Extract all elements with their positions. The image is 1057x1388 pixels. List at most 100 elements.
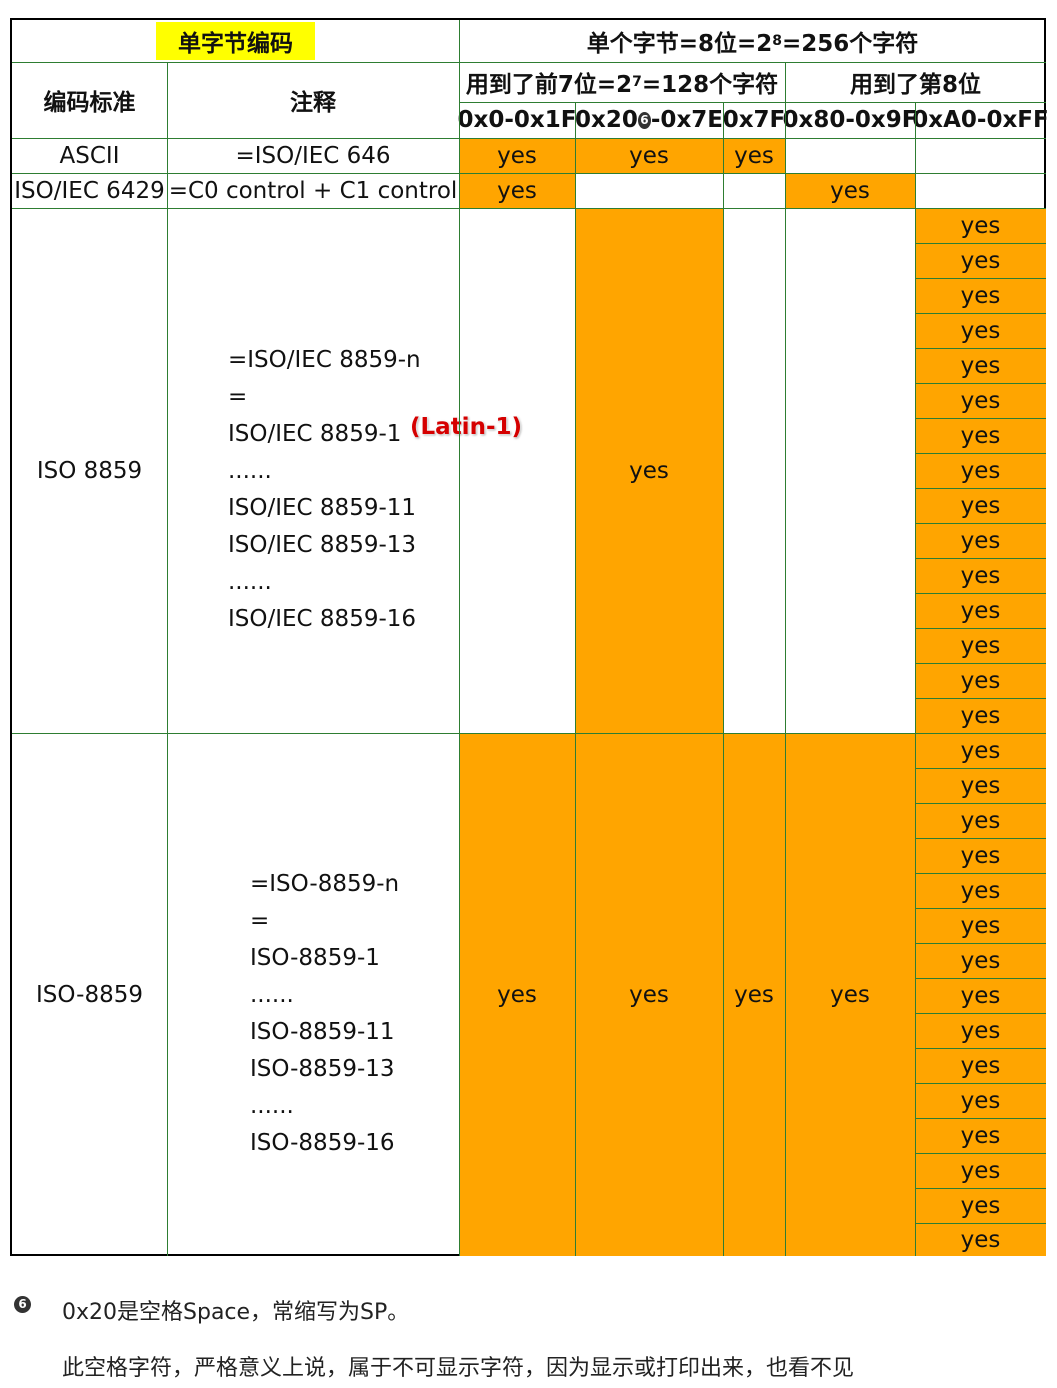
note-line: = bbox=[250, 908, 270, 934]
grid-line bbox=[915, 383, 1046, 384]
a0-ff-yes-cell: yes bbox=[915, 768, 1046, 803]
grid-line bbox=[915, 593, 1046, 594]
grid-line bbox=[12, 208, 1046, 209]
range-header-0x20-0x7e: 0x20 6 -0x7E bbox=[575, 107, 723, 133]
a0-ff-yes-cell: yes bbox=[915, 803, 1046, 838]
grid-line bbox=[575, 102, 576, 1256]
grid-line bbox=[12, 138, 1046, 139]
grid-line bbox=[915, 1153, 1046, 1154]
a0-ff-yes-cell: yes bbox=[915, 313, 1046, 348]
a0-ff-yes-cell: yes bbox=[915, 908, 1046, 943]
grid-line bbox=[915, 1118, 1046, 1119]
iso-8859-yes-0x0-0x1f: yes bbox=[459, 733, 575, 1256]
grid-line bbox=[915, 908, 1046, 909]
grid-line bbox=[915, 418, 1046, 419]
grid-line bbox=[915, 243, 1046, 244]
grid-line bbox=[915, 1048, 1046, 1049]
a0-ff-yes-cell: yes bbox=[915, 628, 1046, 663]
grid-line bbox=[915, 768, 1046, 769]
note-line: ...... bbox=[228, 458, 272, 484]
note-line: ...... bbox=[250, 1093, 294, 1119]
note-line: = bbox=[228, 384, 248, 410]
grid-line bbox=[459, 20, 460, 1256]
grid-line bbox=[459, 102, 1046, 103]
a0-ff-yes-cell: yes bbox=[915, 208, 1046, 243]
a0-ff-yes-cell: yes bbox=[915, 453, 1046, 488]
iso-8859-yes-0x7f: yes bbox=[723, 733, 785, 1256]
range-header-0x0-0x1f: 0x0-0x1F bbox=[457, 107, 577, 133]
latin-1-label: (Latin-1) bbox=[410, 414, 523, 440]
column-header-note: 注释 bbox=[290, 90, 336, 116]
grid-line bbox=[915, 348, 1046, 349]
a0-ff-yes-cell: yes bbox=[915, 348, 1046, 383]
grid-line bbox=[915, 733, 1046, 734]
footnote-line-1: 0x20是空格Space，常缩写为SP。 bbox=[62, 1300, 410, 1325]
iso6429-yes-0x80-0x9f: yes bbox=[785, 173, 915, 208]
a0-ff-yes-cell: yes bbox=[915, 1048, 1046, 1083]
note-line: ISO/IEC 8859-13 bbox=[228, 532, 417, 558]
a0-ff-yes-cell: yes bbox=[915, 383, 1046, 418]
single-byte-title-cell: 单字节编码 bbox=[12, 20, 459, 62]
grid-line bbox=[915, 978, 1046, 979]
grid-line bbox=[915, 873, 1046, 874]
a0-ff-yes-cell: yes bbox=[915, 1153, 1046, 1188]
grid-line bbox=[915, 313, 1046, 314]
a0-ff-yes-cell: yes bbox=[915, 1118, 1046, 1153]
a0-ff-yes-cell: yes bbox=[915, 593, 1046, 628]
grid-line bbox=[915, 1083, 1046, 1084]
iso-8859-yes-0x80-0x9f: yes bbox=[785, 733, 915, 1256]
ascii-yes-0x20-0x7e: yes bbox=[575, 138, 723, 173]
row-ascii-name: ASCII bbox=[59, 142, 120, 169]
row-iso8859-notes: =ISO/IEC 8859-n = ISO/IEC 8859-1 ...... … bbox=[228, 342, 421, 638]
grid-line bbox=[915, 1188, 1046, 1189]
footnote-marker-icon: 6 bbox=[14, 1296, 31, 1313]
row-ascii-note: =ISO/IEC 646 bbox=[235, 142, 391, 169]
grid-line bbox=[915, 1223, 1046, 1224]
a0-ff-yes-cell: yes bbox=[915, 418, 1046, 453]
row-iso6429-note: =C0 control + C1 control bbox=[168, 177, 458, 204]
note-line: ...... bbox=[228, 569, 272, 595]
note-line: ISO-8859-13 bbox=[250, 1056, 395, 1082]
note-line: ISO/IEC 8859-11 bbox=[228, 495, 417, 521]
ascii-yes-0x0-0x1f: yes bbox=[459, 138, 575, 173]
grid-line bbox=[723, 102, 724, 1256]
range-header-0xa0-0xff: 0xA0-0xFF bbox=[912, 107, 1049, 133]
a0-ff-yes-cell: yes bbox=[915, 1013, 1046, 1048]
seven-bit-title: 用到了前7位=2 7 =128个字符 bbox=[465, 72, 779, 98]
a0-ff-yes-cell: yes bbox=[915, 1083, 1046, 1118]
grid-line bbox=[915, 488, 1046, 489]
a0-ff-yes-cell: yes bbox=[915, 698, 1046, 733]
a0-ff-yes-cell: yes bbox=[915, 558, 1046, 593]
grid-line bbox=[12, 62, 1046, 63]
note-line: ISO/IEC 8859-1 bbox=[228, 421, 402, 447]
grid-line bbox=[12, 173, 1046, 174]
grid-line bbox=[915, 278, 1046, 279]
grid-line bbox=[915, 698, 1046, 699]
grid-line bbox=[12, 733, 915, 734]
a0-ff-yes-cell: yes bbox=[915, 663, 1046, 698]
grid-line bbox=[915, 803, 1046, 804]
a0-ff-yes-cell: yes bbox=[915, 873, 1046, 908]
a0-ff-yes-cell: yes bbox=[915, 733, 1046, 768]
a0-ff-yes-cell: yes bbox=[915, 943, 1046, 978]
grid-line bbox=[915, 1013, 1046, 1014]
eighth-bit-title: 用到了第8位 bbox=[849, 72, 981, 98]
note-line: =ISO/IEC 8859-n bbox=[228, 347, 421, 373]
a0-ff-yes-cell: yes bbox=[915, 1188, 1046, 1223]
grid-line bbox=[915, 663, 1046, 664]
a0-ff-yes-cell: yes bbox=[915, 978, 1046, 1013]
byte-bits-title: 单个字节=8位=2 8 =256个字符 bbox=[586, 31, 919, 57]
column-header-standard: 编码标准 bbox=[43, 90, 136, 116]
footnote-6-marker: 6 bbox=[637, 111, 651, 129]
grid-line bbox=[915, 558, 1046, 559]
range-header-0x80-0x9f: 0x80-0x9F bbox=[782, 107, 918, 133]
a0-ff-yes-cell: yes bbox=[915, 278, 1046, 313]
range-header-0x7f: 0x7F bbox=[722, 107, 786, 133]
footnote-line-2: 此空格字符，严格意义上说，属于不可显示字符，因为显示或打印出来，也看不见 bbox=[62, 1356, 855, 1381]
grid-line bbox=[915, 628, 1046, 629]
grid-line bbox=[915, 943, 1046, 944]
row-iso6429-name: ISO/IEC 6429 bbox=[14, 177, 165, 204]
note-line: ISO/IEC 8859-16 bbox=[228, 606, 417, 632]
row-iso8859-name: ISO 8859 bbox=[36, 457, 143, 484]
grid-line bbox=[915, 523, 1046, 524]
